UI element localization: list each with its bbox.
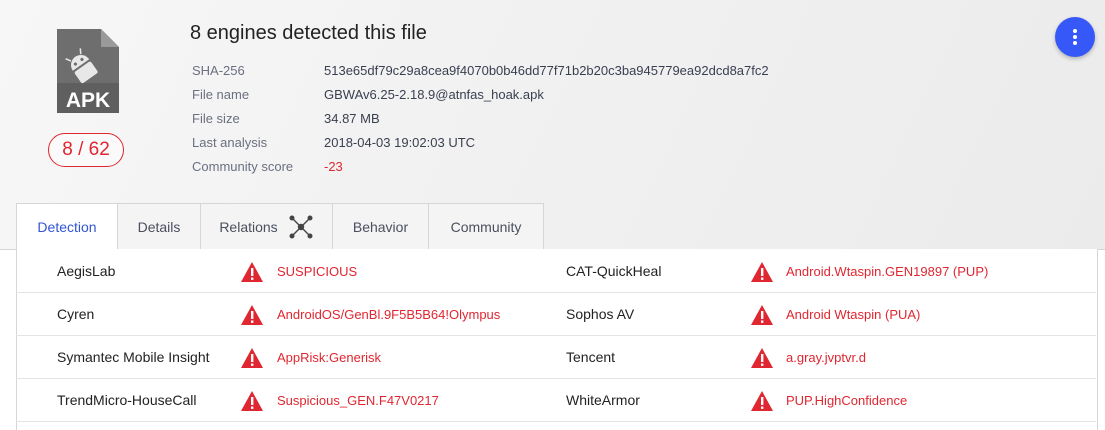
meta-value-file-size: 34.87 MB <box>324 111 380 126</box>
engine-name: Symantec Mobile Insight <box>57 349 210 365</box>
engine-name: Tencent <box>566 349 616 365</box>
warning-triangle-icon <box>751 348 773 368</box>
row-divider <box>16 421 1096 422</box>
row-divider <box>16 292 1096 293</box>
apk-file-icon: APK <box>57 29 119 113</box>
warning-triangle-icon <box>751 262 773 282</box>
tab-label: Behavior <box>352 218 409 235</box>
tab-community[interactable]: Community <box>429 203 544 250</box>
meta-key-sha256: SHA-256 <box>192 63 245 78</box>
tab-behavior[interactable]: Behavior <box>333 203 429 250</box>
tab-label: Relations <box>219 218 278 235</box>
engine-name: Sophos AV <box>566 306 635 322</box>
meta-value-last-analysis: 2018-04-03 19:02:03 UTC <box>324 135 476 150</box>
tab-relations[interactable]: Relations <box>201 203 333 250</box>
detection-result: AppRisk:Generisk <box>277 350 382 365</box>
detection-result: Suspicious_GEN.F47V0217 <box>277 393 439 408</box>
tab-details[interactable]: Details <box>118 203 201 250</box>
engine-name: Cyren <box>57 306 95 322</box>
tab-label: Detection <box>37 218 97 235</box>
more-options-button[interactable] <box>1055 17 1095 57</box>
graph-network-icon <box>289 215 313 238</box>
meta-key-last-analysis: Last analysis <box>192 135 268 150</box>
detection-result: Android.Wtaspin.GEN19897 (PUP) <box>786 264 989 279</box>
tab-divider <box>0 249 16 250</box>
row-divider <box>16 335 1096 336</box>
warning-triangle-icon <box>241 262 263 282</box>
file-type-label: APK <box>66 89 110 112</box>
detection-result: SUSPICIOUS <box>277 264 358 279</box>
warning-triangle-icon <box>241 305 263 325</box>
detection-result: Android Wtaspin (PUA) <box>786 307 921 322</box>
detection-result: AndroidOS/GenBl.9F5B5B64!Olympus <box>277 307 501 322</box>
warning-triangle-icon <box>751 391 773 411</box>
warning-triangle-icon <box>751 305 773 325</box>
engine-name: AegisLab <box>57 263 116 279</box>
meta-value-community-score: -23 <box>324 159 343 174</box>
detection-result: PUP.HighConfidence <box>786 393 908 408</box>
meta-key-community-score: Community score <box>192 159 294 174</box>
detection-ratio-badge: 8 / 62 <box>48 133 124 167</box>
warning-triangle-icon <box>241 348 263 368</box>
detection-result: a.gray.jvptvr.d <box>786 350 866 365</box>
meta-key-file-size: File size <box>192 111 240 126</box>
tab-detection[interactable]: Detection <box>16 203 118 250</box>
tab-bar: Detection Details Relations Behavior Com… <box>16 203 544 250</box>
meta-value-file-name: GBWAv6.25-2.18.9@atnfas_hoak.apk <box>324 87 544 102</box>
engine-name: TrendMicro-HouseCall <box>57 392 197 408</box>
warning-triangle-icon <box>241 391 263 411</box>
tab-label: Community <box>450 218 522 235</box>
engine-name: WhiteArmor <box>566 392 640 408</box>
row-divider <box>16 378 1096 379</box>
meta-key-file-name: File name <box>192 87 250 102</box>
engine-name: CAT-QuickHeal <box>566 263 662 279</box>
meta-value-sha256: 513e65df79c29a8cea9f4070b0b46dd77f71b2b2… <box>324 63 769 78</box>
tab-label: Details <box>137 218 181 235</box>
page-title: 8 engines detected this file <box>190 22 427 44</box>
